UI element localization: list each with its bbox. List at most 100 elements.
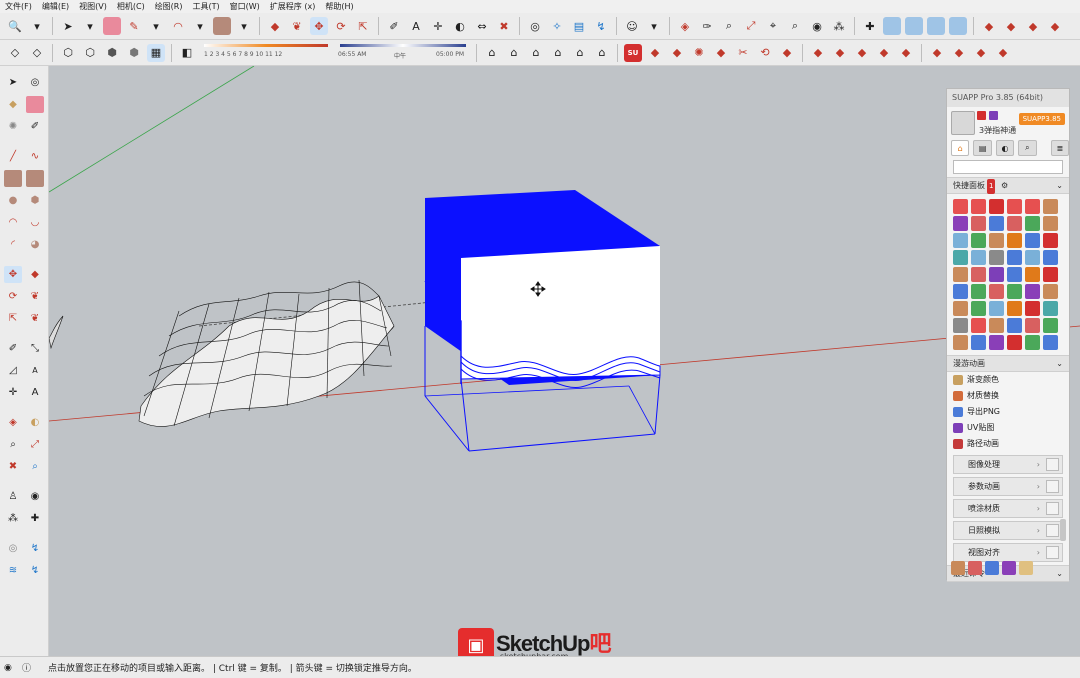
suapp-tool-14-icon[interactable]: ◆ xyxy=(950,44,968,62)
open-external-icon[interactable] xyxy=(1046,502,1059,515)
panel-search-input[interactable] xyxy=(953,160,1063,174)
tape-icon[interactable]: ✐ xyxy=(26,118,44,135)
user-badge-icon[interactable] xyxy=(977,111,986,120)
3d-text-icon[interactable]: A xyxy=(26,384,44,401)
freehand-icon[interactable]: ∿ xyxy=(26,148,44,165)
arc-icon[interactable]: ◠ xyxy=(169,17,187,35)
quick-tool-icon[interactable] xyxy=(971,318,986,333)
spray-material-button[interactable]: 喷涂材质 › xyxy=(953,499,1063,518)
paint-bucket-icon[interactable]: ◐ xyxy=(26,414,44,431)
dropdown-arrow-icon[interactable]: ▾ xyxy=(81,17,99,35)
list-item[interactable]: UV贴图 xyxy=(947,420,1069,436)
suapp-tool-5-icon[interactable]: ✂ xyxy=(734,44,752,62)
pie-icon[interactable]: ◕ xyxy=(26,236,44,253)
menu-camera[interactable]: 相机(C) xyxy=(112,1,150,12)
dropdown-arrow-icon[interactable]: ▾ xyxy=(235,17,253,35)
quick-tool-icon[interactable] xyxy=(953,233,968,248)
sandbox-icon[interactable]: ◎ xyxy=(4,540,22,557)
quick-tool-icon[interactable] xyxy=(971,216,986,231)
sandbox-contours-icon[interactable]: ↯ xyxy=(26,540,44,557)
orbit-icon[interactable]: ◎ xyxy=(26,74,44,91)
axes-icon[interactable]: ✛ xyxy=(4,384,22,401)
two-point-arc-icon[interactable]: ◡ xyxy=(26,214,44,231)
suapp-tool-7-icon[interactable]: ◆ xyxy=(778,44,796,62)
quick-tool-icon[interactable] xyxy=(1007,301,1022,316)
zoom-window-icon[interactable]: ✖ xyxy=(4,458,22,475)
dropdown-arrow-icon[interactable]: ▾ xyxy=(645,17,663,35)
suapp-tool-10-icon[interactable]: ◆ xyxy=(853,44,871,62)
suapp-tool-8-icon[interactable]: ◆ xyxy=(809,44,827,62)
suapp-tool-2-icon[interactable]: ◆ xyxy=(668,44,686,62)
quick-tool-icon[interactable] xyxy=(1043,267,1058,282)
quick-tool-icon[interactable] xyxy=(1025,250,1040,265)
warehouse-icon[interactable]: ⌂ xyxy=(483,44,501,62)
suapp-tool-15-icon[interactable]: ◆ xyxy=(972,44,990,62)
plugin-d-icon[interactable]: ◆ xyxy=(1046,17,1064,35)
quick-tool-icon[interactable] xyxy=(1007,216,1022,231)
dimension-icon[interactable]: ⤡ xyxy=(26,340,44,357)
chevron-down-icon[interactable]: ⌄ xyxy=(1056,566,1063,581)
wireframe-icon[interactable]: ⬡ xyxy=(59,44,77,62)
list-item[interactable]: 渐变颜色 xyxy=(947,372,1069,388)
arc-icon[interactable]: ◠ xyxy=(4,214,22,231)
quick-tool-icon[interactable] xyxy=(989,318,1004,333)
walk-icon[interactable]: ⁂ xyxy=(4,510,22,527)
sun-simulation-button[interactable]: 日照模拟 › xyxy=(953,521,1063,540)
shadow-time-slider[interactable]: 06:55 AM 中午 05:00 PM xyxy=(338,42,468,64)
quick-tool-icon[interactable] xyxy=(971,233,986,248)
open-external-icon[interactable] xyxy=(1046,546,1059,559)
quick-tool-icon[interactable] xyxy=(1025,216,1040,231)
eye-icon[interactable]: ◉ xyxy=(808,17,826,35)
suapp-tool-3-icon[interactable]: ✺ xyxy=(690,44,708,62)
recent-command-icon[interactable] xyxy=(985,561,999,575)
section-plane-icon[interactable]: ◈ xyxy=(4,414,22,431)
follow-me-icon[interactable]: ❦ xyxy=(26,288,44,305)
sandbox-smoove-icon[interactable]: ↯ xyxy=(26,562,44,579)
quick-tool-icon[interactable] xyxy=(953,267,968,282)
pan-icon[interactable]: ✧ xyxy=(548,17,566,35)
next-view-icon[interactable]: ⌕ xyxy=(786,17,804,35)
quick-tool-icon[interactable] xyxy=(971,199,986,214)
quick-tool-icon[interactable] xyxy=(989,199,1004,214)
recent-command-icon[interactable] xyxy=(951,561,965,575)
quick-tool-icon[interactable] xyxy=(1043,199,1058,214)
zoom-extents-icon[interactable]: ⤢ xyxy=(742,17,760,35)
quick-tool-icon[interactable] xyxy=(1043,250,1058,265)
zoom-extents-icon[interactable]: ⤢ xyxy=(26,436,44,453)
quick-tool-icon[interactable] xyxy=(1025,267,1040,282)
open-external-icon[interactable] xyxy=(1046,524,1059,537)
eraser-icon[interactable] xyxy=(26,96,44,113)
tab-list-icon[interactable]: ▤ xyxy=(973,140,992,156)
open-external-icon[interactable] xyxy=(1046,480,1059,493)
iso-icon[interactable]: ✚ xyxy=(26,510,44,527)
circle-icon[interactable]: ● xyxy=(4,192,22,209)
select-arrow-icon[interactable]: ➤ xyxy=(59,17,77,35)
eraser-icon[interactable] xyxy=(103,17,121,35)
quick-tool-icon[interactable] xyxy=(953,216,968,231)
top-view-icon[interactable] xyxy=(883,17,901,35)
suapp-tool-12-icon[interactable]: ◆ xyxy=(897,44,915,62)
section-plane-icon[interactable]: ◈ xyxy=(676,17,694,35)
rotate-icon[interactable]: ⟳ xyxy=(4,288,22,305)
rectangle-icon[interactable] xyxy=(4,170,22,187)
view-align-button[interactable]: 视图对齐 › xyxy=(953,543,1063,562)
quick-tool-icon[interactable] xyxy=(989,216,1004,231)
quick-tool-icon[interactable] xyxy=(953,199,968,214)
plugin-a-icon[interactable]: ◆ xyxy=(980,17,998,35)
quick-tool-icon[interactable] xyxy=(1025,233,1040,248)
suapp-tool-1-icon[interactable]: ◆ xyxy=(646,44,664,62)
avatar[interactable] xyxy=(951,111,975,135)
quick-tool-icon[interactable] xyxy=(989,301,1004,316)
menu-edit[interactable]: 编辑(E) xyxy=(37,1,74,12)
quick-tool-icon[interactable] xyxy=(953,335,968,350)
offset-icon[interactable]: ❦ xyxy=(26,310,44,327)
suapp-logo-icon[interactable]: SU xyxy=(624,43,642,62)
pan-icon[interactable]: ⌕ xyxy=(26,458,44,475)
quick-panel-header[interactable]: 快捷面板 1 ⚙ ⌄ xyxy=(947,177,1069,194)
zoom-window-icon[interactable]: ⌕ xyxy=(720,17,738,35)
gear-icon[interactable]: ⚙ xyxy=(1001,181,1008,190)
tab-menu-icon[interactable]: ≣ xyxy=(1050,140,1070,156)
menu-extensions[interactable]: 扩展程序 (x) xyxy=(265,1,321,12)
quick-tool-icon[interactable] xyxy=(1043,284,1058,299)
rotate-icon[interactable]: ⟳ xyxy=(332,17,350,35)
